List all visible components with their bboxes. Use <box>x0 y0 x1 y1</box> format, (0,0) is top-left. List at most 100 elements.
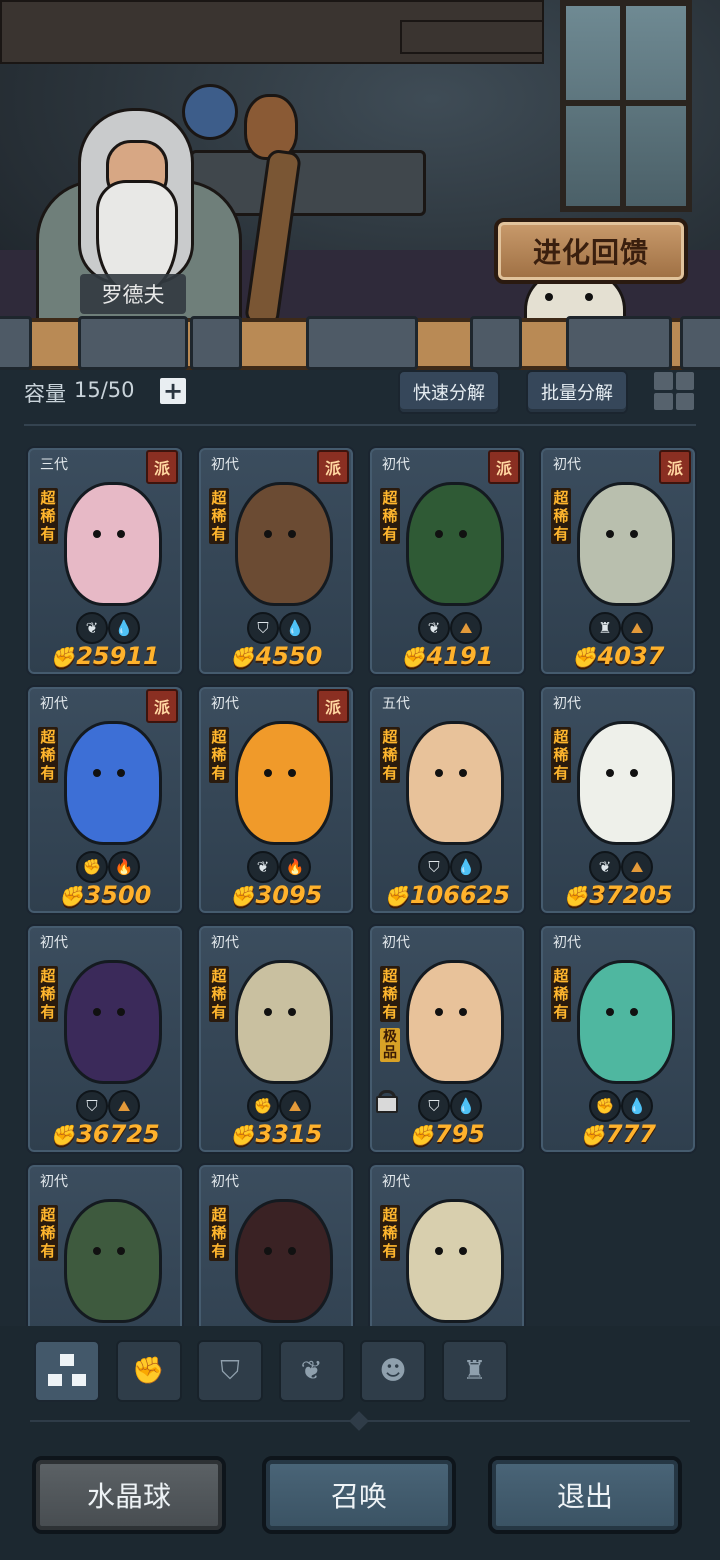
library-scene: 罗德夫 进化回馈 <box>0 0 720 330</box>
creature-card[interactable]: 初代 超稀有 ❦ ⛰ ✊37205 <box>539 685 697 915</box>
rarity-badge: 超稀有 <box>380 488 400 544</box>
creature-card[interactable]: 三代派超稀有 ❦ 💧 ✊25911 <box>26 446 184 676</box>
alien-face-icon: ☻ <box>379 1356 407 1386</box>
power-icon: ✊ <box>50 645 76 669</box>
shield-icon: ⛉ <box>418 851 450 883</box>
creature-card[interactable]: 初代 超稀有 ✊ ⛰ ✊3315 <box>197 924 355 1154</box>
rarity-badge: 超稀有 <box>209 727 229 783</box>
tower-icon: ♜ <box>589 612 621 644</box>
creature-portrait <box>64 482 162 606</box>
creature-portrait <box>235 721 333 845</box>
generation-label: 初代 <box>40 935 68 951</box>
creature-portrait <box>577 721 675 845</box>
quick-decompose-button[interactable]: 快速分解 <box>398 370 500 414</box>
filter-tab-sprout[interactable]: ❦ <box>278 1340 345 1402</box>
rarity-badge: 超稀有 <box>38 966 58 1022</box>
tower-icon: ♜ <box>462 1356 487 1386</box>
power-number: 4191 <box>426 642 494 670</box>
creature-grid[interactable]: 三代派超稀有 ❦ 💧 ✊25911 初代派超稀有 ⛉ 💧 ✊4550 初代派超稀有 ❦ ⛰ ✊4191… <box>0 440 720 1326</box>
border-stone <box>190 316 242 370</box>
creature-card[interactable]: 初代 超稀有 极品 ⛉ 💧 ✊795 <box>368 924 526 1154</box>
water-drop-icon: 💧 <box>279 612 311 644</box>
lock-icon[interactable] <box>376 1088 398 1114</box>
creature-card[interactable]: 初代派超稀有 ❦ ⛰ ✊4191 <box>368 446 526 676</box>
creature-portrait <box>406 721 504 845</box>
fist-icon: ✊ <box>589 1090 621 1122</box>
water-drop-icon: 💧 <box>450 851 482 883</box>
power-icon: ✊ <box>229 884 255 908</box>
creature-card[interactable]: 初代派超稀有 ✊ 🔥 ✊3500 <box>26 685 184 915</box>
filter-tab-fist[interactable]: ✊ <box>115 1340 182 1402</box>
shield-icon: ⛉ <box>220 1355 240 1386</box>
power-number: 106625 <box>409 881 511 909</box>
sprout-icon: ❦ <box>300 1356 323 1386</box>
owl-icon <box>244 94 298 160</box>
creature-portrait <box>235 960 333 1084</box>
creature-card[interactable]: 初代派超稀有 ❦ 🔥 ✊3095 <box>197 685 355 915</box>
fist-icon: ✊ <box>247 1090 279 1122</box>
generation-label: 初代 <box>40 696 68 712</box>
generation-label: 初代 <box>382 935 410 951</box>
rarity-badge: 超稀有 <box>551 966 571 1022</box>
border-stone <box>680 316 720 370</box>
water-drop-icon: 💧 <box>621 1090 653 1122</box>
window <box>560 0 692 212</box>
evolution-feedback-button[interactable]: 进化回馈 <box>494 218 688 284</box>
summon-button[interactable]: 召唤 <box>262 1456 456 1534</box>
earth-icon: ⛰ <box>108 1090 140 1122</box>
filter-tab-all-blocks[interactable] <box>34 1340 100 1402</box>
creature-card[interactable]: 五代超稀有 ⛉ 💧 ✊106625 <box>368 685 526 915</box>
shield-icon: ⛉ <box>418 1090 450 1122</box>
premium-badge: 极品 <box>380 1028 400 1062</box>
all-blocks-icon <box>48 1354 86 1388</box>
power-number: 777 <box>605 1120 656 1148</box>
npc-name-tag: 罗德夫 <box>80 274 186 314</box>
generation-label: 五代 <box>382 696 410 712</box>
power-value: ✊3095 <box>199 881 353 909</box>
power-value: ✊36725 <box>28 1120 182 1148</box>
faction-badge: 派 <box>146 689 178 723</box>
power-number: 4037 <box>597 642 665 670</box>
faction-badge: 派 <box>146 450 178 484</box>
rarity-badge: 超稀有 <box>380 727 400 783</box>
creature-card[interactable]: 初代 超稀有 <box>26 1163 184 1326</box>
add-capacity-button[interactable]: + <box>160 378 186 404</box>
power-icon: ✊ <box>563 884 589 908</box>
creature-card[interactable]: 初代派超稀有 ♜ ⛰ ✊4037 <box>539 446 697 676</box>
ornament-divider <box>30 1420 690 1422</box>
creature-card[interactable]: 初代 超稀有 <box>197 1163 355 1326</box>
creature-card[interactable]: 初代 超稀有 ⛉ ⛰ ✊36725 <box>26 924 184 1154</box>
sprout-icon: ❦ <box>589 851 621 883</box>
power-icon: ✊ <box>229 645 255 669</box>
power-icon: ✊ <box>571 645 597 669</box>
power-icon: ✊ <box>50 1123 76 1147</box>
exit-button[interactable]: 退出 <box>488 1456 682 1534</box>
capacity-label: 容量 <box>24 382 66 406</box>
creature-card[interactable]: 初代 超稀有 ✊ 💧 ✊777 <box>539 924 697 1154</box>
power-icon: ✊ <box>579 1123 605 1147</box>
generation-label: 初代 <box>211 696 239 712</box>
faction-badge: 派 <box>488 450 520 484</box>
power-number: 36725 <box>76 1120 160 1148</box>
generation-label: 初代 <box>553 935 581 951</box>
generation-label: 初代 <box>553 696 581 712</box>
power-value: ✊4550 <box>199 642 353 670</box>
power-number: 37205 <box>589 881 673 909</box>
creature-card[interactable]: 初代派超稀有 ⛉ 💧 ✊4550 <box>197 446 355 676</box>
creature-portrait <box>64 721 162 845</box>
power-number: 3095 <box>255 881 323 909</box>
power-icon: ✊ <box>400 645 426 669</box>
power-icon: ✊ <box>383 884 409 908</box>
creature-portrait <box>406 482 504 606</box>
border-stone <box>78 316 188 370</box>
creature-portrait <box>577 960 675 1084</box>
crystal-ball-button[interactable]: 水晶球 <box>32 1456 226 1534</box>
creature-card[interactable]: 初代 超稀有 <box>368 1163 526 1326</box>
batch-decompose-button[interactable]: 批量分解 <box>526 370 628 414</box>
filter-tab-alien-face[interactable]: ☻ <box>360 1340 426 1402</box>
power-value: ✊25911 <box>28 642 182 670</box>
filter-tab-tower[interactable]: ♜ <box>441 1340 508 1402</box>
grid-view-toggle-icon[interactable] <box>654 372 694 410</box>
filter-tab-shield[interactable]: ⛉ <box>197 1340 263 1402</box>
border-stone <box>306 316 418 370</box>
